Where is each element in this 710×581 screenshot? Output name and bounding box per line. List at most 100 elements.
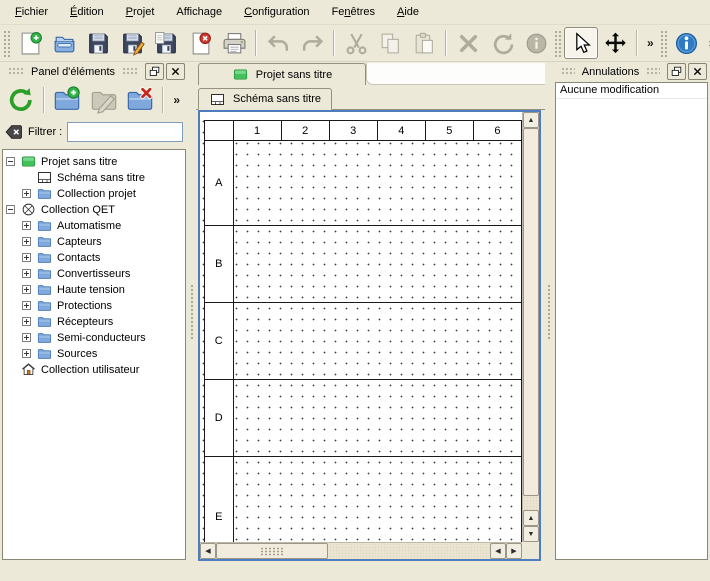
folder-icon <box>36 314 53 329</box>
tree-item-label: Contacts <box>57 251 100 264</box>
menu-edition[interactable]: Édition <box>59 3 115 21</box>
expand-icon[interactable] <box>22 253 31 262</box>
close-panel-button[interactable] <box>688 63 707 80</box>
vertical-scrollbar-track[interactable] <box>523 496 539 510</box>
tree-item-semi-conducteurs[interactable]: Semi-conducteurs <box>3 329 185 345</box>
frame-row-area <box>233 380 521 457</box>
scroll-up-icon[interactable] <box>523 510 539 526</box>
diagram-info-icon[interactable] <box>670 27 704 59</box>
float-panel-button[interactable] <box>145 63 164 80</box>
select-arrow-icon[interactable] <box>564 27 598 59</box>
right-splitter[interactable] <box>545 62 553 562</box>
menu-fenetres[interactable]: Fenêtres <box>321 3 386 21</box>
expand-icon[interactable] <box>22 285 31 294</box>
expand-icon[interactable] <box>22 269 31 278</box>
filter-input[interactable] <box>67 122 183 142</box>
titlebar-grip <box>8 67 24 76</box>
save-all-icon[interactable] <box>149 27 183 59</box>
collapse-icon[interactable] <box>6 205 15 214</box>
horizontal-scrollbar[interactable] <box>200 542 522 559</box>
toolbar-overflow-button[interactable]: » <box>704 36 710 50</box>
menu-configuration[interactable]: Configuration <box>233 3 320 21</box>
scroll-left-icon[interactable] <box>490 543 506 559</box>
undo-list-item[interactable]: Aucune modification <box>556 83 707 99</box>
frame-row-area <box>233 141 521 226</box>
tree-item-schema-sans-titre[interactable]: Schéma sans titre <box>3 169 185 185</box>
menu-fichier[interactable]: Fichier <box>4 3 59 21</box>
diagram-canvas[interactable]: 123456ABCDE <box>200 112 522 542</box>
redo-icon <box>295 27 329 59</box>
save-as-icon[interactable] <box>115 27 149 59</box>
expand-icon[interactable] <box>22 333 31 342</box>
scroll-right-icon[interactable] <box>506 543 522 559</box>
tree-item-label: Projet sans titre <box>41 155 117 168</box>
tree-item-haute-tension[interactable]: Haute tension <box>3 281 185 297</box>
toolbar-separator <box>333 30 335 56</box>
toolbar-drag-handle[interactable] <box>554 30 561 57</box>
tab-projet-sans-titre[interactable]: Projet sans titre <box>198 63 366 85</box>
expand-icon[interactable] <box>22 221 31 230</box>
tree-item-collection-qet[interactable]: Collection QET <box>3 201 185 217</box>
main-area: Panel d'éléments » Filtrer : Projet sans… <box>0 62 710 562</box>
project-icon <box>20 154 37 169</box>
rotate-icon <box>485 27 519 59</box>
tree-item-protections[interactable]: Protections <box>3 297 185 313</box>
vertical-scrollbar-thumb[interactable] <box>523 128 539 496</box>
toolbar-overflow-button[interactable]: » <box>168 93 185 107</box>
expand-icon[interactable] <box>22 317 31 326</box>
reload-collections-icon[interactable] <box>3 82 39 118</box>
tree-item-collection-projet[interactable]: Collection projet <box>3 185 185 201</box>
expand-icon[interactable] <box>22 349 31 358</box>
edit-category-icon <box>86 82 122 118</box>
menu-affichage[interactable]: Affichage <box>165 3 233 21</box>
expand-icon[interactable] <box>22 189 31 198</box>
frame-column-header: 4 <box>377 121 425 141</box>
toolbar-drag-handle[interactable] <box>660 30 667 57</box>
left-splitter[interactable] <box>188 62 196 562</box>
menu-aide[interactable]: Aide <box>386 3 430 21</box>
close-panel-button[interactable] <box>166 63 185 80</box>
element-panel-titlebar: Panel d'éléments <box>0 62 188 81</box>
vertical-scrollbar[interactable] <box>522 112 539 542</box>
toolbar-separator <box>162 87 164 113</box>
tree-item-collection-utilisateur[interactable]: Collection utilisateur <box>3 361 185 377</box>
scroll-down-icon[interactable] <box>523 526 539 542</box>
expand-icon[interactable] <box>22 237 31 246</box>
tree-item-capteurs[interactable]: Capteurs <box>3 233 185 249</box>
undo-panel: Annulations Aucune modification <box>553 62 710 562</box>
expand-icon[interactable] <box>22 301 31 310</box>
collapse-icon[interactable] <box>6 157 15 166</box>
close-file-icon[interactable] <box>183 27 217 59</box>
toolbar-overflow-button[interactable]: » <box>642 36 659 50</box>
diagram-frame: 123456ABCDE <box>204 120 522 542</box>
new-document-icon[interactable] <box>13 27 47 59</box>
horizontal-scrollbar-thumb[interactable] <box>216 543 328 559</box>
tree-item-sources[interactable]: Sources <box>3 345 185 361</box>
delete-category-icon[interactable] <box>122 82 158 118</box>
toolbar-drag-handle[interactable] <box>3 30 10 57</box>
open-icon[interactable] <box>47 27 81 59</box>
scroll-up-icon[interactable] <box>523 112 539 128</box>
tab-schema-sans-titre[interactable]: Schéma sans titre <box>198 88 332 110</box>
toolbar-separator <box>445 30 447 56</box>
move-icon[interactable] <box>598 27 632 59</box>
print-icon[interactable] <box>217 27 251 59</box>
diagram-viewport: 123456ABCDE <box>198 110 541 561</box>
save-icon[interactable] <box>81 27 115 59</box>
tree-item-convertisseurs[interactable]: Convertisseurs <box>3 265 185 281</box>
horizontal-scrollbar-track[interactable] <box>328 543 490 559</box>
tree-item-projet-sans-titre[interactable]: Projet sans titre <box>3 153 185 169</box>
tree-item-contacts[interactable]: Contacts <box>3 249 185 265</box>
folder-icon <box>36 186 53 201</box>
clear-filter-icon[interactable] <box>5 123 23 141</box>
tree-item-recepteurs[interactable]: Récepteurs <box>3 313 185 329</box>
new-category-icon[interactable] <box>49 82 85 118</box>
float-panel-button[interactable] <box>667 63 686 80</box>
element-panel-toolbar: » <box>0 81 188 119</box>
schema-tab-bar: Schéma sans titre <box>196 85 545 110</box>
schema-icon <box>36 170 53 185</box>
scroll-left-icon[interactable] <box>200 543 216 559</box>
menu-projet[interactable]: Projet <box>115 3 166 21</box>
tree-item-automatisme[interactable]: Automatisme <box>3 217 185 233</box>
filter-label: Filtrer : <box>28 126 62 138</box>
